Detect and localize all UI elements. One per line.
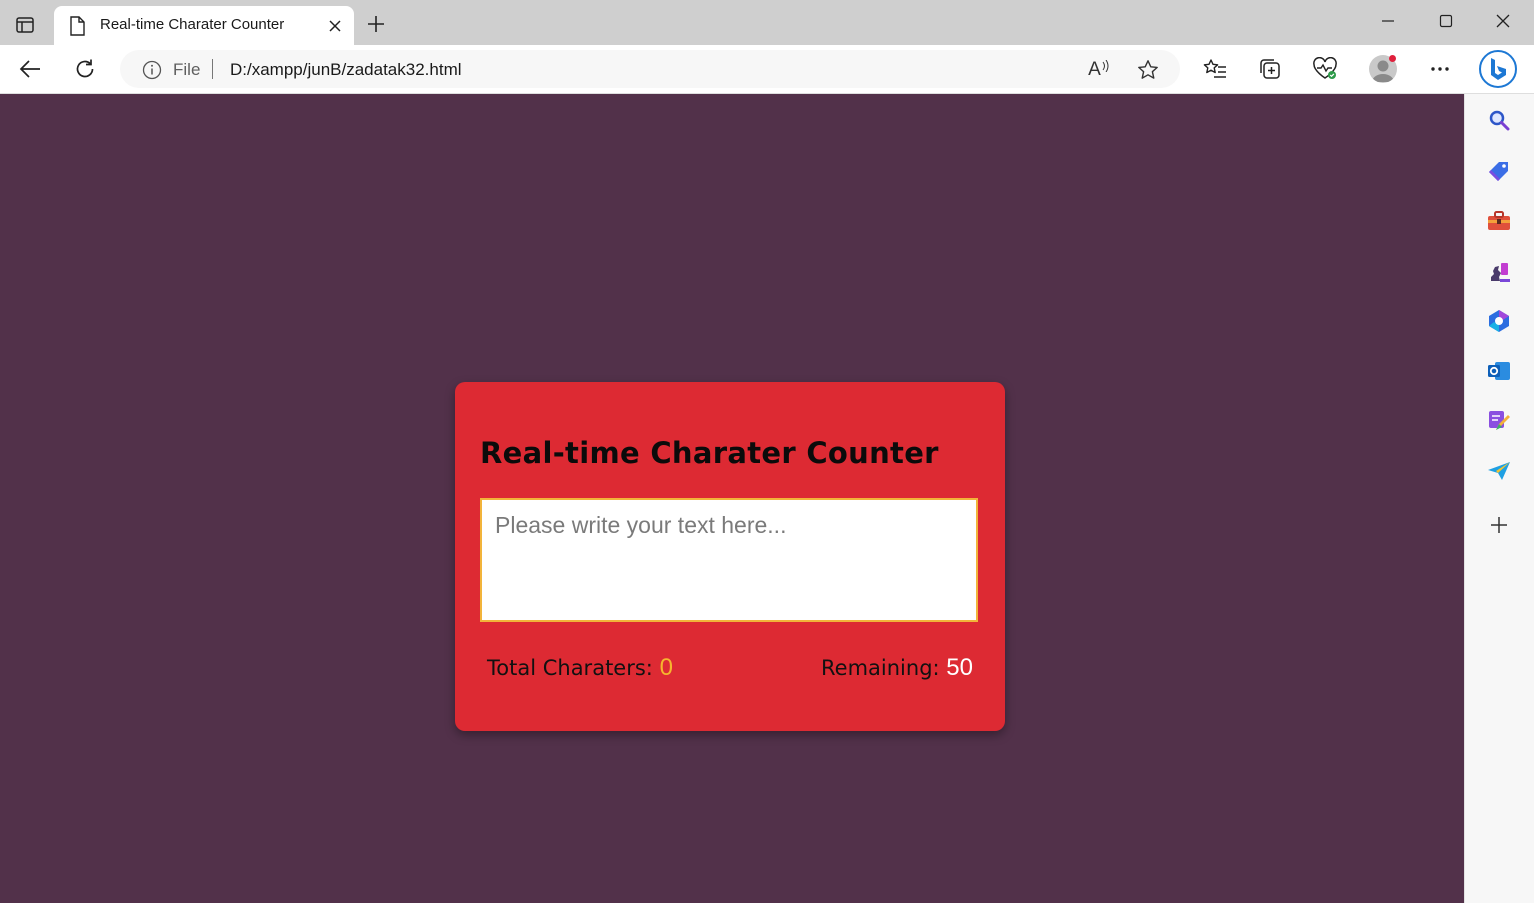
remaining-characters-stat: Remaining: 50 [821,654,973,682]
maximize-button[interactable] [1435,10,1457,32]
text-input[interactable] [480,498,978,622]
page-title: Real-time Charater Counter [480,436,939,470]
total-characters-label: Total Charaters: [487,656,653,680]
more-icon[interactable] [1427,56,1453,82]
minimize-button[interactable] [1377,10,1399,32]
window-close-button[interactable] [1492,10,1514,32]
designer-icon[interactable] [1485,407,1513,435]
refresh-icon [76,59,94,78]
shopping-tag-icon[interactable] [1485,157,1513,185]
back-button[interactable] [17,56,43,82]
add-icon[interactable] [1485,511,1513,539]
star-icon[interactable] [1136,58,1160,82]
copilot-icon[interactable] [1479,50,1517,88]
send-icon[interactable] [1485,457,1513,485]
microsoft-365-icon[interactable] [1485,307,1513,335]
counter-card: Real-time Charater Counter Total Charate… [455,382,1005,731]
browser-sidebar [1464,94,1534,903]
back-arrow-icon [19,60,40,78]
collections-icon[interactable] [1257,56,1283,82]
address-bar[interactable]: File D:/xampp/junB/zadatak32.html A [120,50,1180,88]
notification-dot [1389,55,1396,62]
outlook-icon[interactable] [1485,357,1513,385]
close-icon[interactable] [326,17,344,35]
plus-icon [368,16,384,32]
search-icon[interactable] [1485,106,1513,134]
remaining-characters-label: Remaining: [821,656,940,680]
minimize-icon [1382,20,1394,22]
document-icon [69,16,85,41]
tab-strip: Real-time Charater Counter [0,0,1534,45]
address-scheme-label: File [173,60,201,79]
read-aloud-icon[interactable]: A [1087,58,1111,82]
address-url[interactable]: D:/xampp/junB/zadatak32.html [230,60,462,80]
maximize-icon [1439,14,1453,28]
tab-actions-icon[interactable] [10,12,40,38]
total-characters-stat: Total Charaters: 0 [487,654,673,682]
tab-title: Real-time Charater Counter [100,16,285,33]
page-viewport: Real-time Charater Counter Total Charate… [0,94,1464,903]
refresh-button[interactable] [72,56,98,82]
tools-briefcase-icon[interactable] [1485,207,1513,235]
favorites-list-icon[interactable] [1202,56,1228,82]
info-icon[interactable] [142,60,162,85]
active-tab[interactable]: Real-time Charater Counter [54,6,354,45]
games-icon[interactable] [1485,257,1513,285]
new-tab-button[interactable] [364,12,388,36]
total-characters-value: 0 [659,654,673,681]
address-separator [212,59,213,79]
browser-toolbar: File D:/xampp/junB/zadatak32.html A [0,45,1534,94]
close-icon [1496,14,1510,28]
read-aloud-label: A [1088,59,1101,80]
heart-pulse-icon[interactable] [1312,56,1338,82]
remaining-characters-value: 50 [946,654,973,681]
